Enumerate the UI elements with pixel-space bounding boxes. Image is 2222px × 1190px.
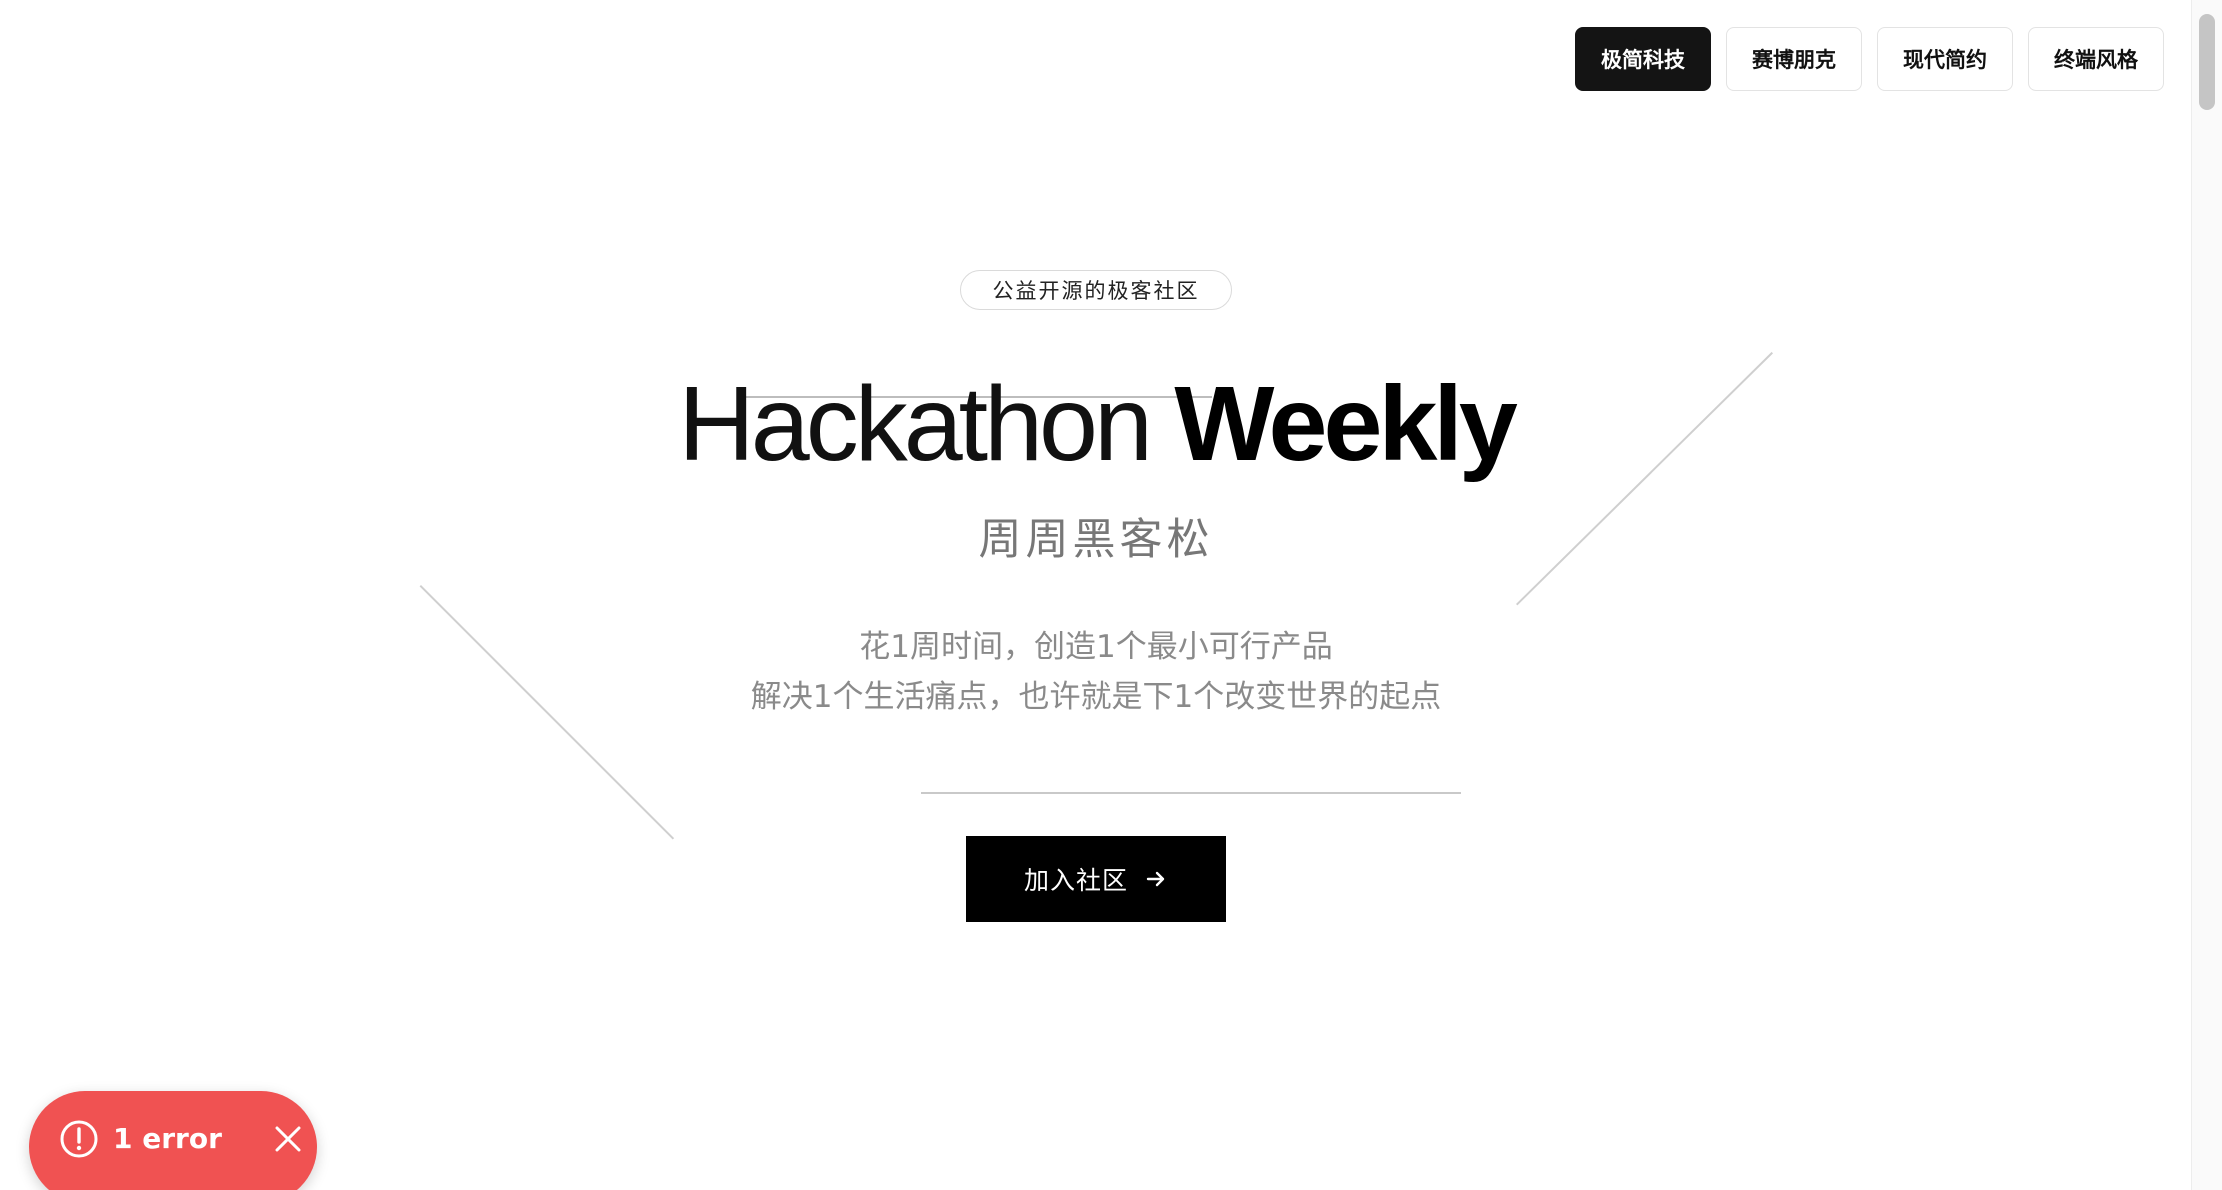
theme-switcher: 极简科技 赛博朋克 现代简约 终端风格: [1575, 27, 2164, 91]
hero-title-light: Hackathon: [678, 365, 1153, 483]
hero-description-line-1: 花1周时间，创造1个最小可行产品: [859, 629, 1333, 665]
close-icon[interactable]: [268, 1119, 308, 1159]
alert-circle-icon: [60, 1120, 98, 1158]
scrollbar-track[interactable]: [2191, 0, 2222, 1190]
hero-description: 花1周时间，创造1个最小可行产品 解决1个生活痛点，也许就是下1个改变世界的起点: [0, 622, 2192, 722]
arrow-right-icon: [1146, 871, 1165, 887]
hero-divider: [921, 792, 1461, 794]
hero-title-bold: Weekly: [1174, 365, 1517, 483]
theme-cyberpunk-button[interactable]: 赛博朋克: [1726, 27, 1862, 91]
theme-terminal-button[interactable]: 终端风格: [2028, 27, 2164, 91]
hero-description-line-2: 解决1个生活痛点，也许就是下1个改变世界的起点: [750, 679, 1442, 715]
error-toast: 1 error: [29, 1091, 317, 1190]
hero-title: Hackathon Weekly: [0, 364, 2192, 484]
scrollbar-thumb[interactable]: [2199, 14, 2215, 110]
hero-subtitle: 周周黑客松: [978, 515, 1214, 565]
join-community-button[interactable]: 加入社区: [966, 836, 1226, 922]
theme-modern-simple-button[interactable]: 现代简约: [1877, 27, 2013, 91]
hero-badge: 公益开源的极客社区: [960, 270, 1232, 310]
error-count-label[interactable]: 1 error: [113, 1119, 222, 1159]
page: 极简科技 赛博朋克 现代简约 终端风格 公益开源的极客社区 Hackathon …: [0, 0, 2222, 1190]
theme-minimal-tech-button[interactable]: 极简科技: [1575, 27, 1711, 91]
join-community-label: 加入社区: [1023, 867, 1128, 895]
